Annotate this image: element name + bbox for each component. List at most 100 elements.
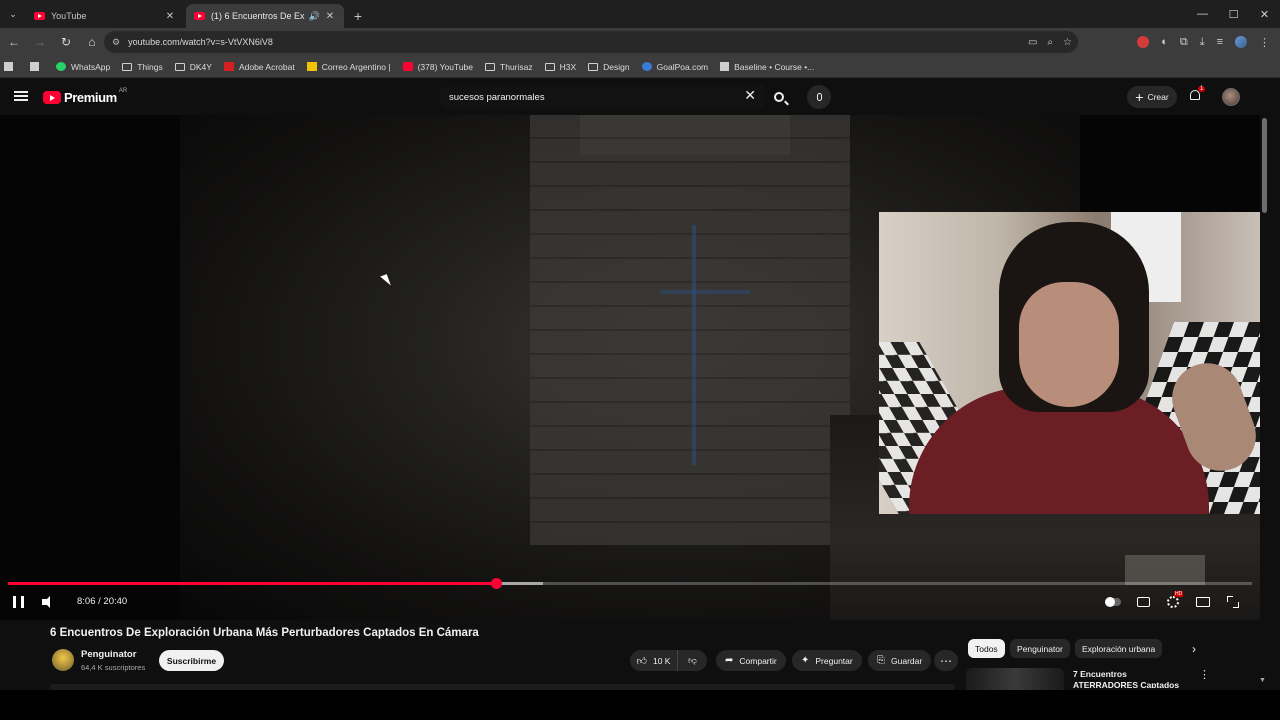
download-icon[interactable]: ⤓ xyxy=(1200,36,1205,49)
scrubber-handle[interactable] xyxy=(490,578,502,589)
address-bar[interactable]: ⚙ youtube.com/watch?v=s-VtVXN6iV8 ▭ ⌕ ☆ xyxy=(104,31,1078,53)
youtube-play-icon xyxy=(43,91,61,104)
subscriber-count: 64,4 K suscriptores xyxy=(81,663,146,672)
ask-button[interactable]: ✦ Preguntar xyxy=(792,650,862,671)
create-button[interactable]: + Crear xyxy=(1127,86,1177,108)
cast-icon[interactable]: ▭ xyxy=(1028,37,1037,48)
bookmark-design[interactable]: Design xyxy=(588,62,630,72)
plus-icon: + xyxy=(1135,89,1144,105)
tab-search-chevron-icon[interactable]: ⌄ xyxy=(0,0,26,28)
whatsapp-icon xyxy=(56,62,66,71)
maximize-icon[interactable]: ☐ xyxy=(1218,0,1249,28)
share-arrow-icon: ➦ xyxy=(725,655,734,666)
browser-tab-strip: ⌄ YouTube ✕ (1) 6 Encuentros De Explorac… xyxy=(0,0,1280,28)
scene-blue-mark xyxy=(692,225,696,465)
browser-tab-youtube[interactable]: YouTube ✕ xyxy=(26,4,184,28)
extensions-puzzle-icon[interactable]: ⧉ xyxy=(1180,36,1188,49)
recommended-title[interactable]: 7 Encuentros ATERRADORES Captados En BOS… xyxy=(1073,669,1188,688)
bookmark-youtube[interactable]: (378) YouTube xyxy=(402,62,473,72)
scene-brick-wall xyxy=(530,115,850,545)
media-control-icon[interactable]: ≡ xyxy=(1217,36,1223,48)
search-button[interactable] xyxy=(765,85,793,109)
hd-badge: HD xyxy=(1174,591,1184,597)
bookmark-dk4y[interactable]: DK4Y xyxy=(174,62,212,72)
chip-exploracion-urbana[interactable]: Exploración urbana xyxy=(1075,639,1163,658)
bookmark-goalpoa[interactable]: GoalPoa.com xyxy=(641,62,708,72)
bookmark-icon: ⎘ xyxy=(877,655,885,666)
close-tab-icon[interactable]: ✕ xyxy=(164,11,176,22)
voice-search-button[interactable] xyxy=(807,85,831,109)
reload-icon[interactable]: ↻ xyxy=(54,30,78,54)
extension-icon[interactable]: ◐ xyxy=(1161,36,1168,48)
close-tab-icon[interactable]: ✕ xyxy=(324,11,336,22)
acrobat-icon xyxy=(223,62,234,71)
notifications-bell-icon[interactable]: 1 xyxy=(1190,86,1206,102)
channel-avatar[interactable] xyxy=(52,649,74,671)
scene-blue-mark xyxy=(660,290,750,294)
more-actions-button[interactable]: ⋯ xyxy=(934,650,958,671)
tab-audio-icon[interactable]: 🔊 xyxy=(309,11,320,22)
account-avatar[interactable] xyxy=(1222,88,1240,106)
logo-word: Premium xyxy=(64,90,117,105)
subscribe-button[interactable]: Suscribirme xyxy=(159,650,224,671)
video-player[interactable]: 8:06 / 20:40 HD xyxy=(0,115,1260,620)
theater-mode-button[interactable] xyxy=(1194,593,1212,611)
search-query: sucesos paranormales xyxy=(449,91,545,103)
page-scrollbar-thumb[interactable] xyxy=(1262,118,1267,213)
tab-title: (1) 6 Encuentros De Exploración Urbana xyxy=(211,11,305,21)
zoom-icon[interactable]: ⌕ xyxy=(1047,37,1053,48)
pause-icon[interactable] xyxy=(13,596,24,608)
theater-mode-icon xyxy=(1196,597,1210,607)
clear-search-icon[interactable]: ✕ xyxy=(744,87,756,104)
bookmark-baseline[interactable]: Baseline • Course •... xyxy=(720,62,814,72)
bookmark-h3x[interactable]: H3X xyxy=(544,62,576,72)
profile-icon[interactable] xyxy=(1235,36,1247,48)
channel-name[interactable]: Penguinator xyxy=(81,649,136,660)
baseline-icon xyxy=(720,62,730,71)
chips-next-chevron-icon[interactable]: › xyxy=(1184,639,1204,658)
volume-icon[interactable] xyxy=(42,596,54,608)
subtitles-button[interactable] xyxy=(1134,593,1152,611)
share-button[interactable]: ➦ Compartir xyxy=(716,650,786,671)
bookmark-thurisaz[interactable]: Thurisaz xyxy=(485,62,533,72)
dislike-button[interactable]: 👎︎ xyxy=(678,650,707,671)
extension-red-icon[interactable] xyxy=(1137,36,1150,48)
webcam-overlay xyxy=(879,212,1260,514)
recommended-more-icon[interactable]: ⋮ xyxy=(1199,668,1210,681)
site-info-icon[interactable]: ⚙ xyxy=(112,37,120,48)
back-arrow-icon[interactable]: ← xyxy=(2,30,26,54)
bookmark-correo[interactable]: Correo Argentino | xyxy=(306,62,391,72)
fullscreen-button[interactable] xyxy=(1224,593,1242,611)
webcam-person-face xyxy=(1019,282,1119,407)
bookmark-adobe[interactable]: Adobe Acrobat xyxy=(223,62,295,72)
hamburger-menu-icon[interactable] xyxy=(14,91,28,101)
save-button[interactable]: ⎘ Guardar xyxy=(868,650,932,671)
subtitles-icon xyxy=(1136,597,1150,607)
youtube-icon xyxy=(402,62,413,71)
progress-bar[interactable] xyxy=(8,578,1252,589)
bookmark-star-icon[interactable]: ☆ xyxy=(1063,37,1072,48)
chip-penguinator[interactable]: Penguinator xyxy=(1010,639,1070,658)
settings-button[interactable]: HD xyxy=(1164,591,1184,611)
forward-arrow-icon[interactable]: → xyxy=(28,30,52,54)
scroll-down-arrow-icon[interactable]: ▼ xyxy=(1259,677,1266,684)
autoplay-toggle[interactable] xyxy=(1104,593,1122,611)
microphone-icon xyxy=(816,93,822,101)
new-tab-plus-icon[interactable]: + xyxy=(346,4,370,28)
minimize-icon[interactable]: — xyxy=(1187,0,1218,28)
search-input[interactable]: sucesos paranormales ✕ xyxy=(439,85,764,109)
like-button[interactable]: 👍︎ 10 K xyxy=(630,650,678,671)
youtube-premium-logo[interactable]: Premium AR xyxy=(43,87,128,105)
bookmark-sidebar[interactable] xyxy=(4,62,18,71)
home-icon[interactable]: ⌂ xyxy=(80,30,104,54)
browser-menu-icon[interactable]: ⋮ xyxy=(1259,36,1270,49)
bookmark-things[interactable]: Things xyxy=(122,62,163,72)
bookmark-whatsapp[interactable]: WhatsApp xyxy=(56,62,110,72)
chip-todos[interactable]: Todos xyxy=(968,639,1005,658)
browser-tab-video[interactable]: (1) 6 Encuentros De Exploración Urbana 🔊… xyxy=(186,4,344,28)
recommended-thumbnail[interactable] xyxy=(966,668,1064,690)
logo-region: AR xyxy=(118,87,128,94)
close-window-icon[interactable]: ✕ xyxy=(1249,0,1280,28)
correo-icon xyxy=(306,62,317,71)
bookmark-apps[interactable] xyxy=(30,62,44,71)
